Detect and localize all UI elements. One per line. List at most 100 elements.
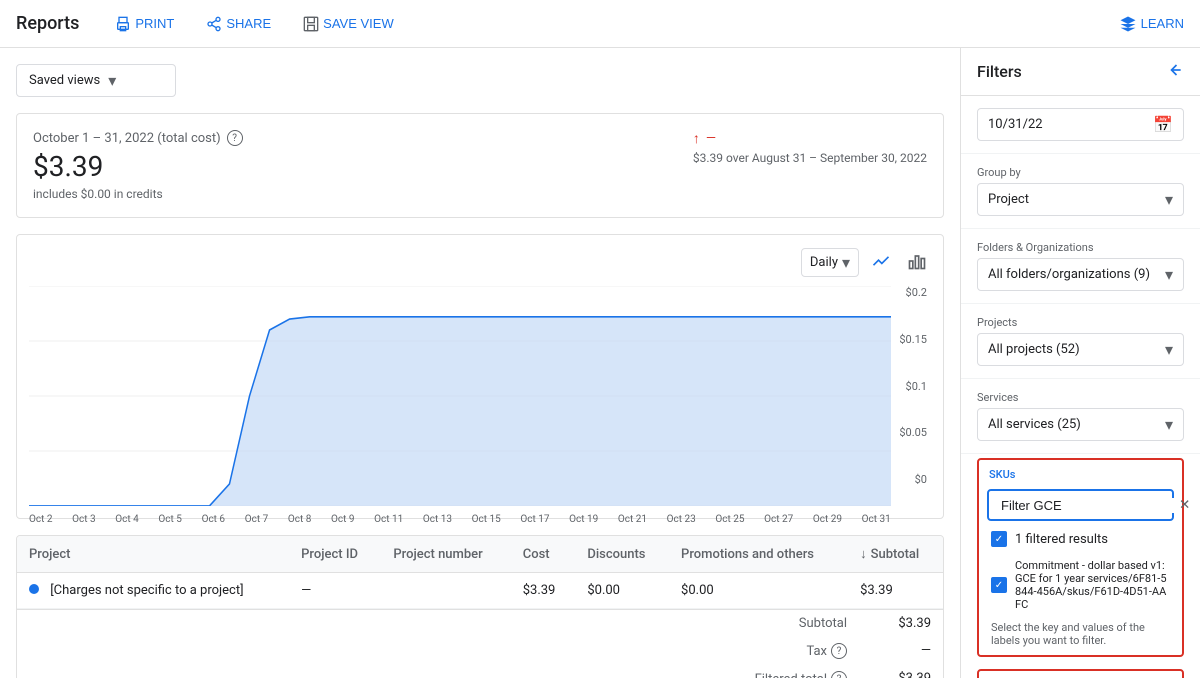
- services-section: Services All services (25) ▾: [961, 379, 1200, 454]
- cost-table: Project Project ID Project number Cost D…: [17, 536, 943, 609]
- col-discounts: Discounts: [575, 536, 669, 573]
- chart-area: Daily ▾ $0.2 $0.15 $0.1 $0.05 $0: [16, 234, 944, 519]
- col-project-number: Project number: [381, 536, 510, 573]
- dropdown-note: Select the key and values of the labels …: [979, 617, 1182, 655]
- services-select[interactable]: All services (25) ▾: [977, 408, 1184, 441]
- help-icon[interactable]: ?: [227, 130, 243, 146]
- col-project-id: Project ID: [289, 536, 381, 573]
- bar-chart-button[interactable]: [903, 247, 931, 278]
- tax-label: Tax ?: [806, 643, 847, 659]
- filtered-results-checkbox[interactable]: ✓: [991, 531, 1007, 547]
- filtered-total-label: Filtered total ?: [755, 671, 847, 678]
- table-footer: Subtotal $3.39 Tax ? — Filtered total ? …: [17, 609, 943, 678]
- comparison-text: $3.39 over August 31 – September 30, 202…: [693, 151, 927, 165]
- folders-label: Folders & Organizations: [977, 241, 1184, 254]
- cell-discounts: $0.00: [575, 573, 669, 609]
- col-cost: Cost: [511, 536, 576, 573]
- filter-clear-button[interactable]: ✕: [1177, 495, 1192, 515]
- main-layout: Saved views ▾ October 1 – 31, 2022 (tota…: [0, 48, 1200, 678]
- filtered-results-item[interactable]: ✓ 1 filtered results: [979, 525, 1182, 553]
- col-subtotal: ↓Subtotal: [848, 536, 943, 573]
- folders-section: Folders & Organizations All folders/orga…: [961, 229, 1200, 304]
- cost-period: October 1 – 31, 2022 (total cost) ?: [33, 130, 243, 146]
- cell-project-number: [381, 573, 510, 609]
- bar-chart-icon: [907, 251, 927, 271]
- tax-row: Tax ? —: [17, 637, 943, 665]
- table-row: [Charges not specific to a project] — $3…: [17, 573, 943, 609]
- skus-section: SKUs ✕ ✓ 1 filtered results: [977, 458, 1184, 657]
- granularity-select[interactable]: Daily ▾: [801, 248, 859, 277]
- x-axis-labels: Oct 2 Oct 3 Oct 4 Oct 5 Oct 6 Oct 7 Oct …: [29, 514, 931, 525]
- table-container: Project Project ID Project number Cost D…: [16, 535, 944, 678]
- content-area: Saved views ▾ October 1 – 31, 2022 (tota…: [0, 48, 960, 678]
- projects-select[interactable]: All projects (52) ▾: [977, 333, 1184, 366]
- group-by-label: Group by: [977, 166, 1184, 179]
- save-icon: [303, 16, 319, 32]
- filter-input-row: ✕: [987, 489, 1174, 521]
- header-actions: PRINT SHARE SAVE VIEW: [103, 10, 405, 38]
- saved-views-label: Saved views: [29, 73, 100, 88]
- save-view-button[interactable]: SAVE VIEW: [291, 10, 406, 38]
- tax-value: —: [871, 643, 931, 659]
- chevron-down-icon: ▾: [108, 71, 116, 90]
- saved-views-row: Saved views ▾: [16, 64, 944, 97]
- folders-select[interactable]: All folders/organizations (9) ▾: [977, 258, 1184, 291]
- learn-icon: [1119, 15, 1137, 33]
- skus-container: SKUs ✕ ✓ 1 filtered results: [961, 454, 1200, 661]
- arrow-up-icon: ↑: [693, 130, 700, 147]
- sidebar-header: Filters: [961, 48, 1200, 96]
- granularity-chevron-icon: ▾: [842, 253, 850, 272]
- sidebar: Filters 10/31/22 📅 Group by Project ▾ Fo…: [960, 48, 1200, 678]
- group-by-chevron-icon: ▾: [1165, 190, 1173, 209]
- group-by-section: Group by Project ▾: [961, 154, 1200, 229]
- sku-checkbox[interactable]: ✓: [991, 577, 1007, 593]
- filters-title: Filters: [977, 62, 1022, 81]
- date-filter[interactable]: 10/31/22 📅: [977, 108, 1184, 141]
- cell-subtotal: $3.39: [848, 573, 943, 609]
- projects-section: Projects All projects (52) ▾: [961, 304, 1200, 379]
- skus-filter-input[interactable]: [1001, 498, 1177, 513]
- sort-icon: ↓: [860, 546, 867, 562]
- sidebar-collapse-button[interactable]: [1164, 60, 1184, 83]
- folders-chevron-icon: ▾: [1165, 265, 1173, 284]
- services-chevron-icon: ▾: [1165, 415, 1173, 434]
- filtered-total-row: Filtered total ? $3.39: [17, 665, 943, 678]
- projects-chevron-icon: ▾: [1165, 340, 1173, 359]
- credits-header: − Credits ? ∧: [979, 671, 1182, 678]
- skus-label: SKUs: [989, 468, 1015, 481]
- print-icon: [115, 16, 131, 32]
- saved-views-select[interactable]: Saved views ▾: [16, 64, 176, 97]
- cell-promotions: $0.00: [669, 573, 848, 609]
- group-by-select[interactable]: Project ▾: [977, 183, 1184, 216]
- subtotal-value: $3.39: [871, 616, 931, 631]
- skus-label-row: SKUs: [979, 460, 1182, 485]
- line-chart-button[interactable]: [867, 247, 895, 278]
- cost-comparison: ↑ —: [693, 130, 927, 147]
- learn-button[interactable]: LEARN: [1119, 15, 1184, 33]
- filtered-total-help-icon[interactable]: ?: [831, 671, 847, 678]
- cost-amount: $3.39: [33, 150, 243, 183]
- line-chart-icon: [871, 251, 891, 271]
- cost-summary: October 1 – 31, 2022 (total cost) ? $3.3…: [16, 113, 944, 218]
- credits-container: − Credits ? ∧ − Discounts ?: [961, 669, 1200, 678]
- date-value: 10/31/22: [988, 117, 1043, 132]
- subtotal-label: Subtotal: [799, 616, 847, 631]
- y-axis-labels: $0.2 $0.15 $0.1 $0.05 $0: [891, 286, 931, 486]
- collapse-icon: [1164, 60, 1184, 80]
- page-title: Reports: [16, 13, 79, 34]
- project-dot: [29, 584, 39, 594]
- col-promotions: Promotions and others: [669, 536, 848, 573]
- cell-project-id: —: [289, 573, 381, 609]
- share-button[interactable]: SHARE: [194, 10, 283, 38]
- chart-wrapper: $0.2 $0.15 $0.1 $0.05 $0: [29, 286, 931, 506]
- chart-svg: [29, 286, 891, 506]
- print-button[interactable]: PRINT: [103, 10, 186, 38]
- sku-item-label: Commitment - dollar based v1: GCE for 1 …: [1015, 559, 1170, 611]
- services-label: Services: [977, 391, 1184, 404]
- credits-section: − Credits ? ∧ − Discounts ?: [977, 669, 1184, 678]
- tax-help-icon[interactable]: ?: [831, 643, 847, 659]
- sku-item[interactable]: ✓ Commitment - dollar based v1: GCE for …: [979, 553, 1182, 617]
- chart-controls: Daily ▾: [29, 247, 931, 278]
- date-filter-section: 10/31/22 📅: [961, 96, 1200, 154]
- filtered-total-value: $3.39: [871, 671, 931, 678]
